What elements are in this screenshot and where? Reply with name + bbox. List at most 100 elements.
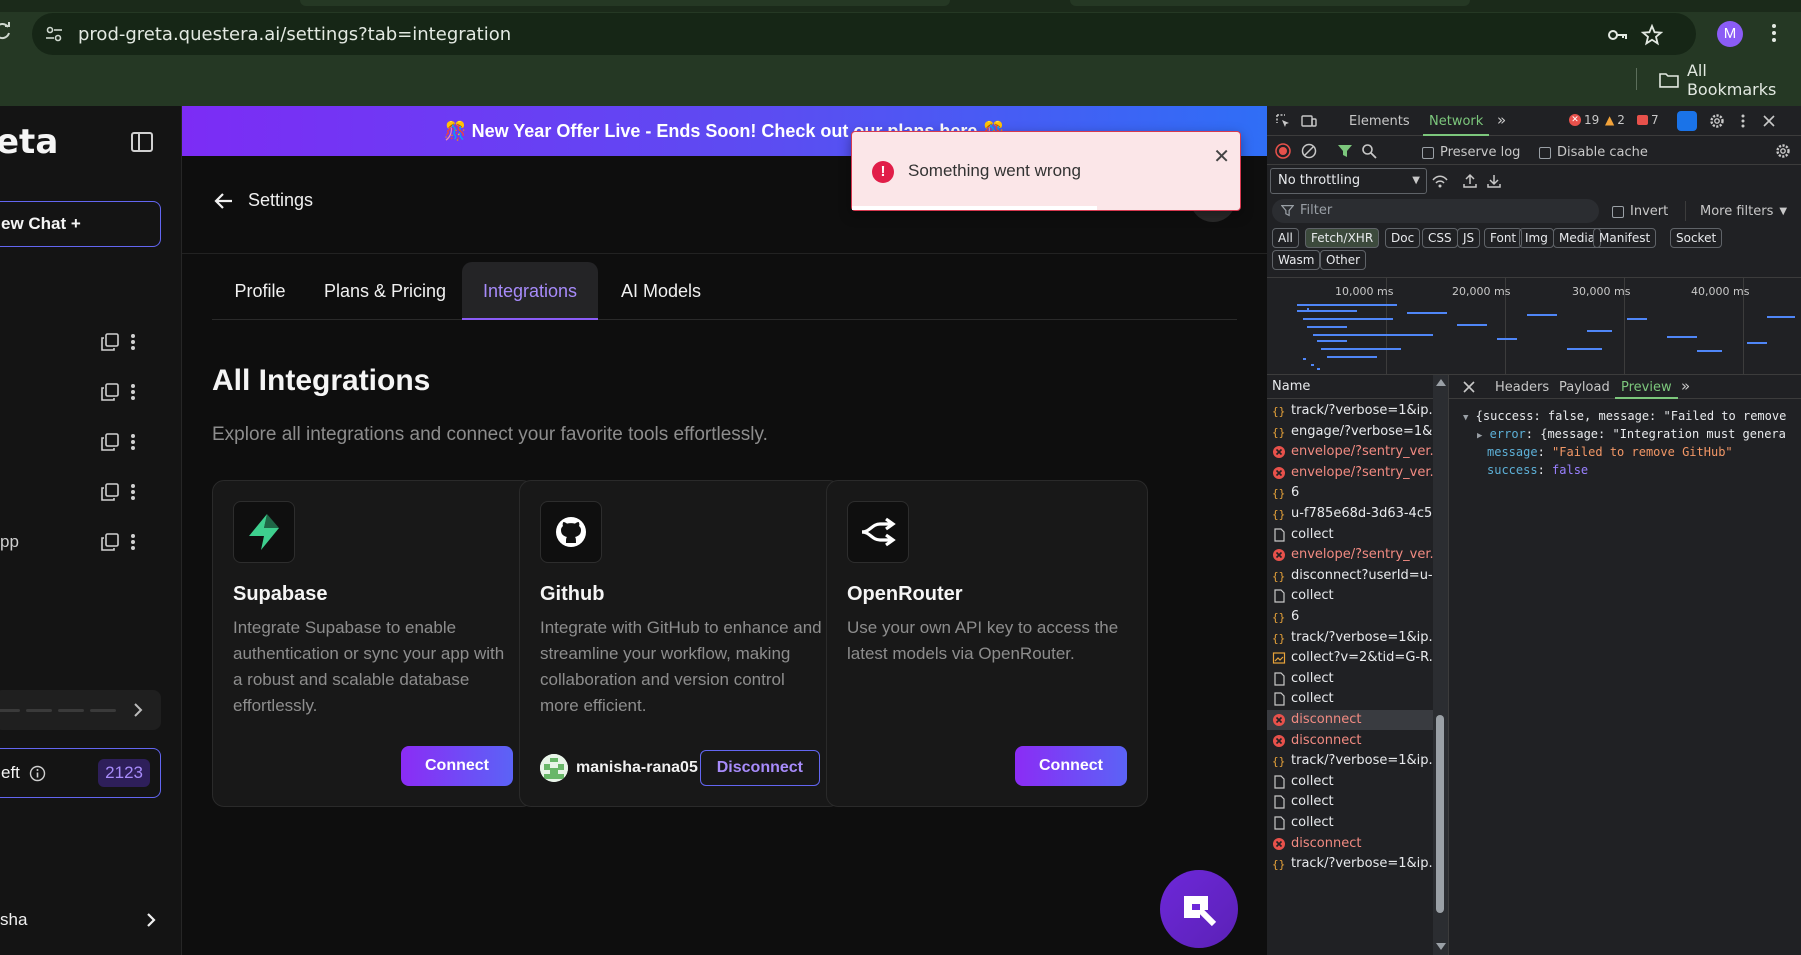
reload-icon[interactable] bbox=[0, 22, 12, 40]
import-har-icon[interactable] bbox=[1462, 173, 1478, 189]
filter-chip-font[interactable]: Font bbox=[1484, 228, 1523, 248]
tab-network[interactable]: Network bbox=[1422, 114, 1490, 136]
bookmark-star-icon[interactable] bbox=[1641, 24, 1663, 46]
warning-count[interactable]: ▲ 2 bbox=[1605, 113, 1625, 127]
disable-cache-checkbox[interactable]: Disable cache bbox=[1539, 145, 1648, 160]
request-row[interactable]: disconnect bbox=[1267, 731, 1433, 751]
password-key-icon[interactable] bbox=[1606, 24, 1628, 46]
filter-chip-socket[interactable]: Socket bbox=[1670, 228, 1723, 248]
browser-tab-edge[interactable] bbox=[300, 0, 950, 6]
support-chat-button[interactable] bbox=[1160, 870, 1238, 948]
user-profile-row[interactable]: sha bbox=[0, 906, 170, 936]
request-row[interactable]: envelope/?sentry_ver... bbox=[1267, 442, 1433, 462]
request-row[interactable]: disconnect bbox=[1267, 710, 1433, 730]
request-row[interactable]: {} 6 bbox=[1267, 607, 1433, 627]
response-preview[interactable]: ▼ {success: false, message: "Failed to r… bbox=[1448, 399, 1801, 955]
export-har-icon[interactable] bbox=[1486, 173, 1502, 189]
request-row[interactable]: collect bbox=[1267, 772, 1433, 792]
info-icon[interactable] bbox=[29, 765, 46, 782]
copy-icon[interactable] bbox=[100, 432, 120, 452]
request-row[interactable]: envelope/?sentry_ver... bbox=[1267, 545, 1433, 565]
gear-icon[interactable] bbox=[1709, 113, 1725, 129]
filter-chip-doc[interactable]: Doc bbox=[1385, 228, 1421, 248]
copy-icon[interactable] bbox=[100, 382, 120, 402]
filter-chip-wasm[interactable]: Wasm bbox=[1272, 250, 1321, 270]
profile-avatar[interactable]: M bbox=[1717, 21, 1743, 47]
more-filters-dropdown[interactable]: More filters ▼ bbox=[1700, 204, 1787, 219]
network-settings-gear-icon[interactable] bbox=[1775, 143, 1791, 159]
preserve-log-checkbox[interactable]: Preserve log bbox=[1422, 145, 1520, 160]
all-bookmarks-button[interactable]: All Bookmarks bbox=[1659, 61, 1801, 99]
chevron-right-icon[interactable] bbox=[143, 912, 159, 928]
filter-chip-other[interactable]: Other bbox=[1320, 250, 1367, 270]
more-options-icon[interactable] bbox=[130, 532, 136, 552]
search-icon[interactable] bbox=[1361, 143, 1377, 159]
request-row[interactable]: {} disconnect?userId=u-... bbox=[1267, 566, 1433, 586]
request-row[interactable]: {} u-f785e68d-3d63-4c5... bbox=[1267, 504, 1433, 524]
chat-history-item[interactable] bbox=[0, 378, 160, 406]
copy-icon[interactable] bbox=[100, 482, 120, 502]
expand-triangle-icon[interactable]: ▶ bbox=[1477, 431, 1482, 441]
preview-summary-line[interactable]: ▼ {success: false, message: "Failed to r… bbox=[1463, 409, 1786, 423]
throttling-select[interactable]: No throttling ▼ bbox=[1270, 168, 1427, 194]
connect-supabase-button[interactable]: Connect bbox=[401, 746, 513, 786]
tab-plans-pricing[interactable]: Plans & Pricing bbox=[317, 262, 453, 320]
request-row[interactable]: {} track/?verbose=1&ip... bbox=[1267, 401, 1433, 421]
expand-triangle-icon[interactable]: ▼ bbox=[1463, 413, 1468, 423]
filter-chip-manifest[interactable]: Manifest bbox=[1593, 228, 1657, 248]
tab-elements[interactable]: Elements bbox=[1349, 114, 1410, 129]
invert-checkbox[interactable]: Invert bbox=[1612, 204, 1668, 219]
address-bar[interactable]: prod-greta.questera.ai/settings?tab=inte… bbox=[32, 13, 1696, 55]
filter-chip-css[interactable]: CSS bbox=[1422, 228, 1458, 248]
chat-history-item[interactable]: pp bbox=[0, 528, 160, 556]
browser-tab-edge[interactable] bbox=[1070, 0, 1470, 6]
ai-assist-icon[interactable] bbox=[1677, 111, 1697, 131]
more-tabs-chevron-icon[interactable]: » bbox=[1681, 377, 1690, 395]
error-count[interactable]: ✕ 19 bbox=[1569, 113, 1599, 127]
tab-profile[interactable]: Profile bbox=[212, 262, 308, 320]
tab-ai-models[interactable]: AI Models bbox=[608, 262, 714, 320]
checkbox-box[interactable] bbox=[1539, 146, 1551, 159]
tab-integrations[interactable]: Integrations bbox=[462, 262, 598, 320]
tab-payload[interactable]: Payload bbox=[1559, 380, 1610, 395]
request-row[interactable]: {} 6 bbox=[1267, 483, 1433, 503]
inspect-element-icon[interactable] bbox=[1275, 113, 1291, 129]
scrollbar-thumb[interactable] bbox=[1436, 715, 1444, 913]
chat-history-item[interactable] bbox=[0, 478, 160, 506]
copy-icon[interactable] bbox=[100, 532, 120, 552]
tab-headers[interactable]: Headers bbox=[1495, 380, 1549, 395]
clear-icon[interactable] bbox=[1301, 143, 1317, 159]
chevron-right-icon[interactable] bbox=[130, 702, 146, 718]
request-row[interactable]: collect bbox=[1267, 689, 1433, 709]
request-row[interactable]: {} track/?verbose=1&ip... bbox=[1267, 751, 1433, 771]
copy-icon[interactable] bbox=[100, 332, 120, 352]
close-icon[interactable]: ✕ bbox=[1213, 144, 1230, 169]
disconnect-github-button[interactable]: Disconnect bbox=[699, 750, 820, 786]
credits-left-box[interactable]: eft 2123 bbox=[0, 748, 161, 798]
chat-history-item[interactable] bbox=[0, 428, 160, 456]
device-toolbar-icon[interactable] bbox=[1301, 113, 1317, 129]
url-text[interactable]: prod-greta.questera.ai/settings?tab=inte… bbox=[78, 24, 511, 45]
checkbox-box[interactable] bbox=[1612, 205, 1624, 218]
connect-openrouter-button[interactable]: Connect bbox=[1015, 746, 1127, 786]
request-row[interactable]: collect bbox=[1267, 525, 1433, 545]
preview-error-line[interactable]: ▶ error: {message: "Integration must gen… bbox=[1477, 427, 1786, 441]
request-list-scrollbar[interactable] bbox=[1433, 375, 1448, 955]
devtools-menu-icon[interactable] bbox=[1735, 113, 1751, 129]
network-timeline-overview[interactable]: 10,000 ms 20,000 ms 30,000 ms 40,000 ms bbox=[1267, 277, 1801, 375]
new-chat-button[interactable]: ew Chat + bbox=[0, 201, 161, 247]
site-info-icon[interactable] bbox=[44, 24, 64, 44]
close-devtools-icon[interactable] bbox=[1761, 113, 1777, 129]
close-icon[interactable] bbox=[1461, 379, 1477, 395]
record-stop-icon[interactable] bbox=[1275, 143, 1291, 159]
tab-preview[interactable]: Preview bbox=[1615, 380, 1678, 399]
issues-count[interactable]: 7 bbox=[1637, 113, 1659, 127]
request-row[interactable]: {} track/?verbose=1&ip... bbox=[1267, 628, 1433, 648]
request-row[interactable]: {} engage/?verbose=1&... bbox=[1267, 422, 1433, 442]
request-row[interactable]: collect bbox=[1267, 669, 1433, 689]
more-options-icon[interactable] bbox=[130, 482, 136, 502]
request-row[interactable]: collect bbox=[1267, 813, 1433, 833]
request-row[interactable]: collect?v=2&tid=G-R... bbox=[1267, 648, 1433, 668]
request-row[interactable]: disconnect bbox=[1267, 834, 1433, 854]
filter-input[interactable]: Filter bbox=[1272, 199, 1599, 223]
